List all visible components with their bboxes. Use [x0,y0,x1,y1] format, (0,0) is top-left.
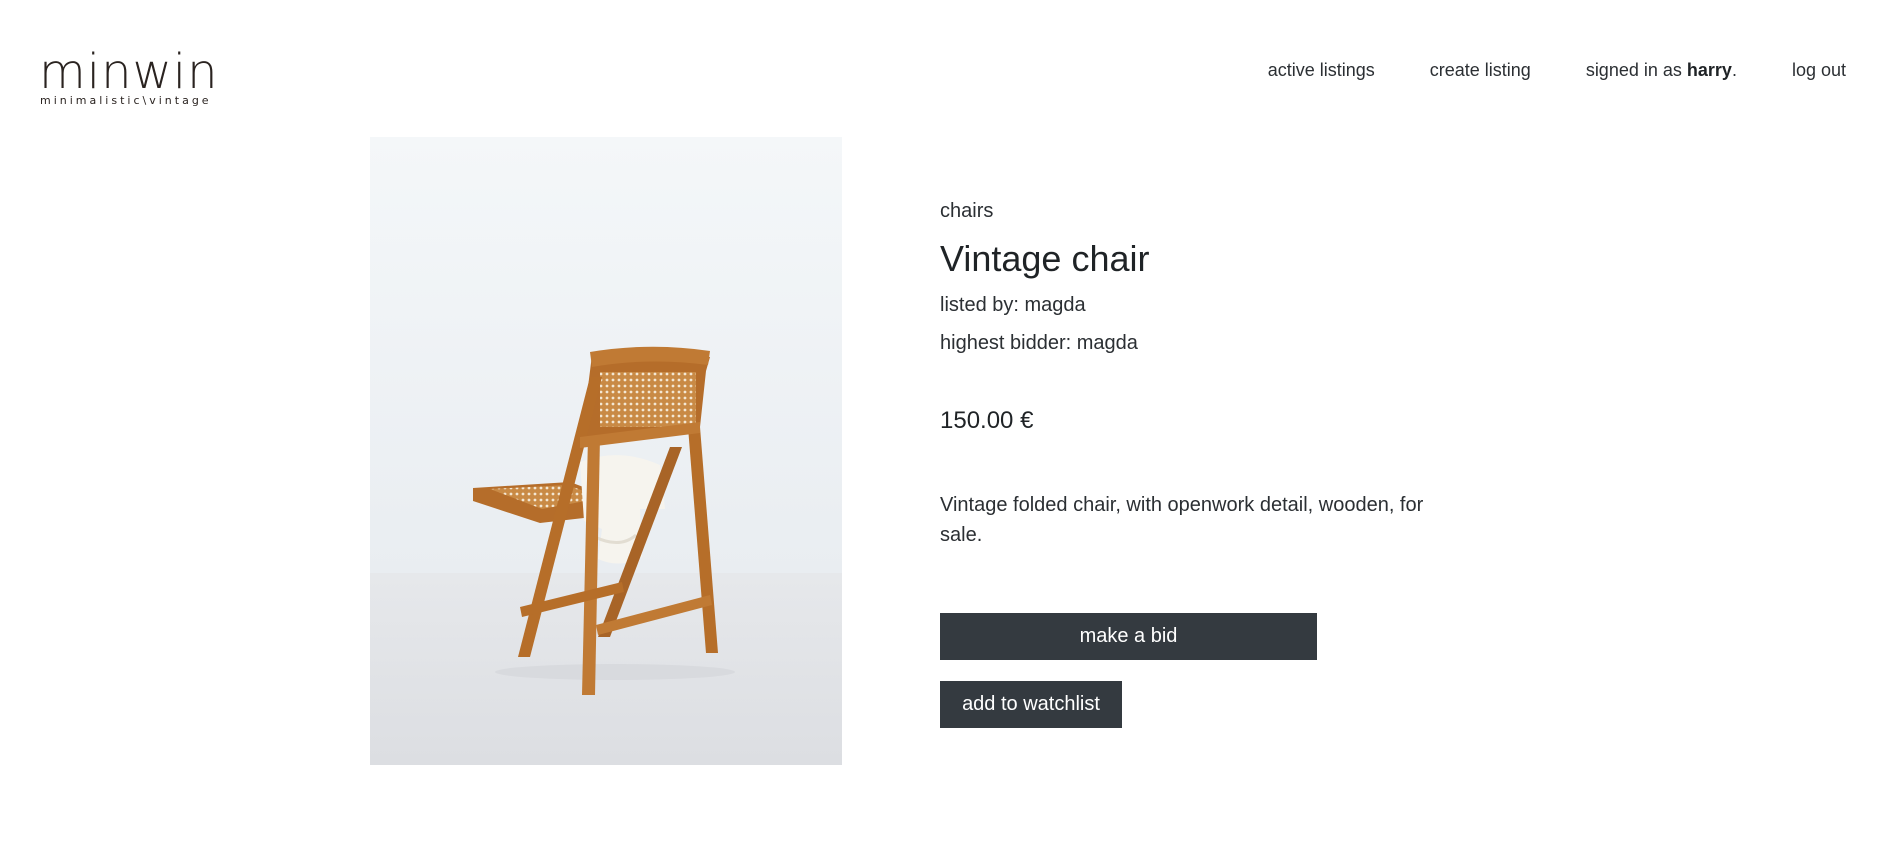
listing-category[interactable]: chairs [940,200,1460,223]
signed-in-suffix: . [1731,60,1737,80]
logo-wordmark: minwin [39,44,219,100]
add-to-watchlist-button[interactable]: add to watchlist [940,681,1122,728]
logo-tagline: minimalistic\vintage [40,94,212,107]
highest-bidder: highest bidder: magda [940,332,1138,354]
listed-by: listed by: magda [940,294,1086,316]
logo[interactable]: minwin minimalistic\vintage [39,44,219,107]
signed-in-prefix: signed in as [1585,60,1682,80]
make-bid-button[interactable]: make a bid [940,613,1317,660]
signed-in-username: harry [1686,60,1732,80]
nav-log-out[interactable]: log out [1792,60,1846,81]
nav-active-listings[interactable]: active listings [1268,60,1375,81]
listing-image [370,137,842,765]
top-nav: active listings create listing signed in… [1268,60,1846,81]
listing-description: Vintage folded chair, with openwork deta… [940,494,1424,546]
listing-title: Vintage chair [940,238,1150,279]
signed-in-status: signed in as harry. [1586,60,1737,81]
listing-details: chairs Vintage chair listed by: magda hi… [940,200,1460,728]
listing-price: 150.00 € [940,407,1034,434]
nav-create-listing[interactable]: create listing [1430,60,1531,81]
